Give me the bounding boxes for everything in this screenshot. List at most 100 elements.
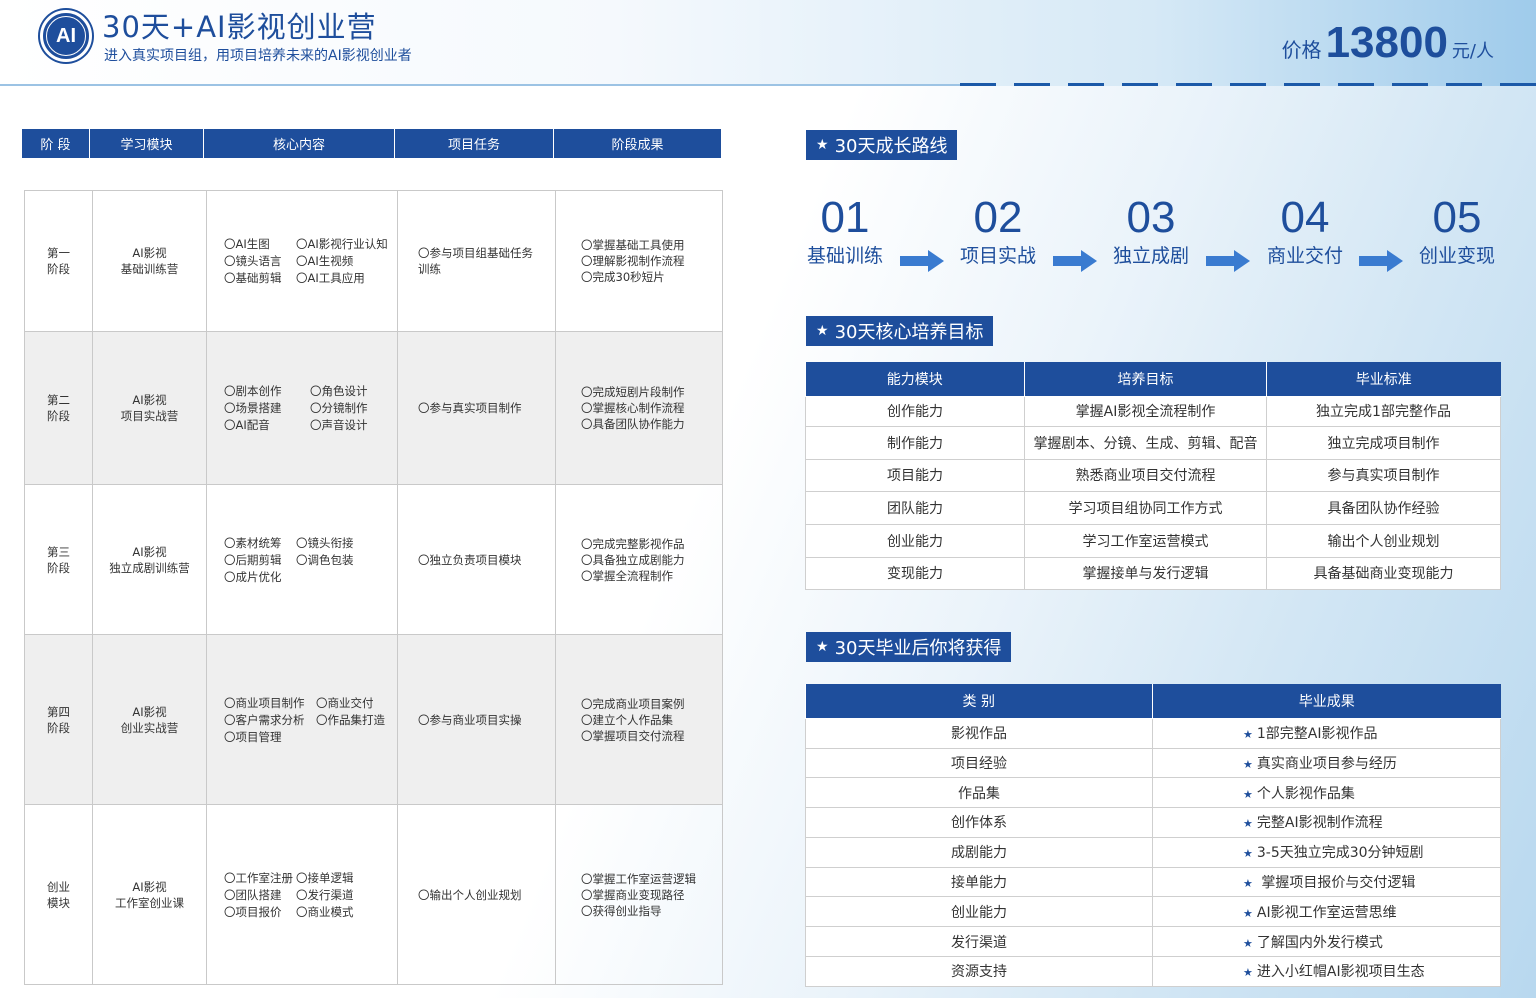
goals-cell: 掌握AI影视全流程制作 xyxy=(1024,395,1267,427)
gains-result-text: 3-5天独立完成30分钟短剧 xyxy=(1256,845,1424,862)
content-item: 〇AI工具应用 xyxy=(296,271,365,285)
header-cell: 阶段成果 xyxy=(554,129,721,158)
cell-line: 独立成剧训练营 xyxy=(109,560,190,575)
content-cell: 〇工作室注册 〇接单逻辑 〇团队搭建 〇发行渠道 〇项目报价 〇商业模式 xyxy=(206,804,398,985)
step-5: 05 创业变现 xyxy=(1418,193,1495,267)
arrow-right-icon xyxy=(1206,250,1250,272)
gains-category: 影视作品 xyxy=(805,717,1153,749)
content-item: 〇分镜制作 xyxy=(310,401,368,415)
gains-result-text: 进入小红帽AI影视项目生态 xyxy=(1256,964,1425,981)
task-cell: 〇独立负责项目模块 xyxy=(397,484,556,635)
growth-steps: 01 基础训练 02 项目实战 03 独立成剧 04 商业交付 05 创业变现 xyxy=(804,192,1504,282)
gains-result: ★ 3-5天独立完成30分钟短剧 xyxy=(1152,836,1501,868)
gains-result: ★ AI影视工作室运营思维 xyxy=(1152,896,1501,928)
gains-result-text: 个人影视作品集 xyxy=(1256,785,1355,802)
goals-row: 创业能力 学习工作室运营模式 输出个人创业规划 xyxy=(805,523,1501,558)
cell-line: 基础训练营 xyxy=(120,262,179,276)
header-dashes xyxy=(960,83,1536,86)
gains-header-cell: 毕业成果 xyxy=(1152,684,1501,719)
goals-cell: 创作能力 xyxy=(805,395,1025,427)
logo-text: AI xyxy=(46,16,86,56)
goals-cell: 团队能力 xyxy=(805,490,1025,525)
stage-cell: 第四 阶段 xyxy=(24,634,93,805)
content-item: 〇镜头语言 xyxy=(224,254,282,268)
content-item: 〇团队搭建 xyxy=(224,887,282,902)
cell-line: 〇完成30秒短片 xyxy=(581,270,665,284)
gains-category: 项目经验 xyxy=(805,747,1153,779)
content-item xyxy=(316,729,397,745)
step-1: 01 基础训练 xyxy=(806,193,883,267)
step-4: 04 商业交付 xyxy=(1266,193,1343,267)
cell-line: 〇获得创业指导 xyxy=(581,903,662,918)
content-item: 〇剧本创作 xyxy=(224,384,282,398)
content-cell: 〇素材统筹 〇镜头衔接 〇后期剪辑 〇调色包装 〇成片优化 xyxy=(206,484,398,635)
cell-line: 第一 xyxy=(47,246,70,260)
curriculum-row: 第四 阶段 AI影视 创业实战营 〇商业项目制作 〇商业交付 〇客户需求分析 〇作品集打造 〇项… xyxy=(24,634,723,805)
cell-line: 〇掌握商业变现路径 xyxy=(581,887,685,902)
gains-row: 作品集 ★ 个人影视作品集 xyxy=(805,777,1501,809)
curriculum-row: 第二 阶段 AI影视 项目实战营 〇剧本创作 〇角色设计 〇场景搭建 〇分镜制作 〇AI配音 〇声… xyxy=(24,331,723,485)
cell-line: 阶段 xyxy=(47,262,70,276)
header-divider xyxy=(0,84,960,86)
goals-cell: 掌握剧本、分镜、生成、剪辑、配音 xyxy=(1024,425,1267,460)
stage-cell: 第三 阶段 xyxy=(24,484,93,635)
goals-cell: 掌握接单与发行逻辑 xyxy=(1024,556,1267,590)
star-icon: ★ xyxy=(1243,966,1253,980)
cell-line: 创业 xyxy=(47,879,70,894)
cell-line: 〇完成商业项目案例 xyxy=(581,696,685,711)
star-icon: ★ xyxy=(1243,877,1253,891)
gains-row: 项目经验 ★ 真实商业项目参与经历 xyxy=(805,747,1501,779)
arrow-right-icon xyxy=(900,250,944,272)
goals-cell: 变现能力 xyxy=(805,556,1025,590)
content-item: 〇AI生视频 xyxy=(296,254,354,268)
content-item: 〇商业模式 xyxy=(296,904,354,919)
content-item: 〇AI影视行业认知 xyxy=(296,237,388,251)
content-item: 〇作品集打造 xyxy=(316,712,385,727)
goals-cell: 学习工作室运营模式 xyxy=(1024,523,1267,558)
content-item: 〇AI生图 xyxy=(224,237,270,251)
task-cell: 〇参与项目组基础任务 训练 xyxy=(397,190,556,332)
gains-row: 发行渠道 ★ 了解国内外发行模式 xyxy=(805,926,1501,958)
price-tag: 价格13800 元/人 xyxy=(1282,18,1494,68)
goals-row: 创作能力 掌握AI影视全流程制作 独立完成1部完整作品 xyxy=(805,395,1501,427)
cell-line: 创业实战营 xyxy=(120,720,179,735)
content-item: 〇AI配音 xyxy=(224,418,270,432)
gains-header-cell: 类 别 xyxy=(805,684,1153,719)
stage-cell: 第一 阶段 xyxy=(24,190,93,332)
cell-line: 〇参与项目组基础任务 xyxy=(418,246,533,260)
cell-line: 项目实战营 xyxy=(120,409,179,423)
content-item: 〇成片优化 xyxy=(224,569,282,584)
curriculum-header: 阶 段 学习模块 核心内容 项目任务 阶段成果 xyxy=(22,129,721,158)
goals-row: 团队能力 学习项目组协同工作方式 具备团队协作经验 xyxy=(805,490,1501,525)
cell-line: 〇掌握全流程制作 xyxy=(581,568,673,583)
goals-cell: 独立完成项目制作 xyxy=(1266,425,1501,460)
cell-line: AI影视 xyxy=(132,544,167,559)
goals-row: 制作能力 掌握剧本、分镜、生成、剪辑、配音 独立完成项目制作 xyxy=(805,425,1501,460)
goals-table: 能力模块 培养目标 毕业标准 创作能力 掌握AI影视全流程制作 独立完成1部完整作品… xyxy=(805,362,1501,590)
content-item: 〇项目报价 xyxy=(224,904,282,919)
content-item: 〇商业项目制作 xyxy=(224,695,305,710)
cell-line: 〇具备团队协作能力 xyxy=(581,417,685,431)
gains-result-text: 掌握项目报价与交付逻辑 xyxy=(1256,875,1416,892)
content-item: 〇镜头衔接 xyxy=(296,535,354,550)
section-title-goals: ★ 30天核心培养目标 xyxy=(806,316,994,346)
content-item: 〇基础剪辑 xyxy=(224,271,282,285)
cell-line: 阶段 xyxy=(47,560,70,575)
cell-line: 〇输出个人创业规划 xyxy=(418,887,522,902)
result-cell: 〇完成短剧片段制作 〇掌握核心制作流程 〇具备团队协作能力 xyxy=(555,331,723,485)
curriculum-row: 创业 模块 AI影视 工作室创业课 〇工作室注册 〇接单逻辑 〇团队搭建 〇发行渠道 〇项目报价… xyxy=(24,804,723,985)
task-cell: 〇参与商业项目实操 xyxy=(397,634,556,805)
gains-category: 接单能力 xyxy=(805,866,1153,898)
price-unit: 元/人 xyxy=(1451,41,1494,62)
star-icon: ★ xyxy=(1243,757,1253,771)
curriculum-row: 第三 阶段 AI影视 独立成剧训练营 〇素材统筹 〇镜头衔接 〇后期剪辑 〇调色包装 〇成片优化… xyxy=(24,484,723,635)
cell-line: 〇掌握核心制作流程 xyxy=(581,401,685,415)
content-item: 〇场景搭建 xyxy=(224,401,282,415)
cell-line: 阶段 xyxy=(47,409,70,423)
result-cell: 〇完成完整影视作品 〇具备独立成剧能力 〇掌握全流程制作 xyxy=(555,484,723,635)
star-icon: ★ xyxy=(1243,728,1253,741)
cell-line: 〇独立负责项目模块 xyxy=(418,552,522,567)
goals-cell: 输出个人创业规划 xyxy=(1266,523,1501,558)
price-value: 13800 xyxy=(1325,18,1448,67)
module-cell: AI影视 基础训练营 xyxy=(92,190,207,332)
